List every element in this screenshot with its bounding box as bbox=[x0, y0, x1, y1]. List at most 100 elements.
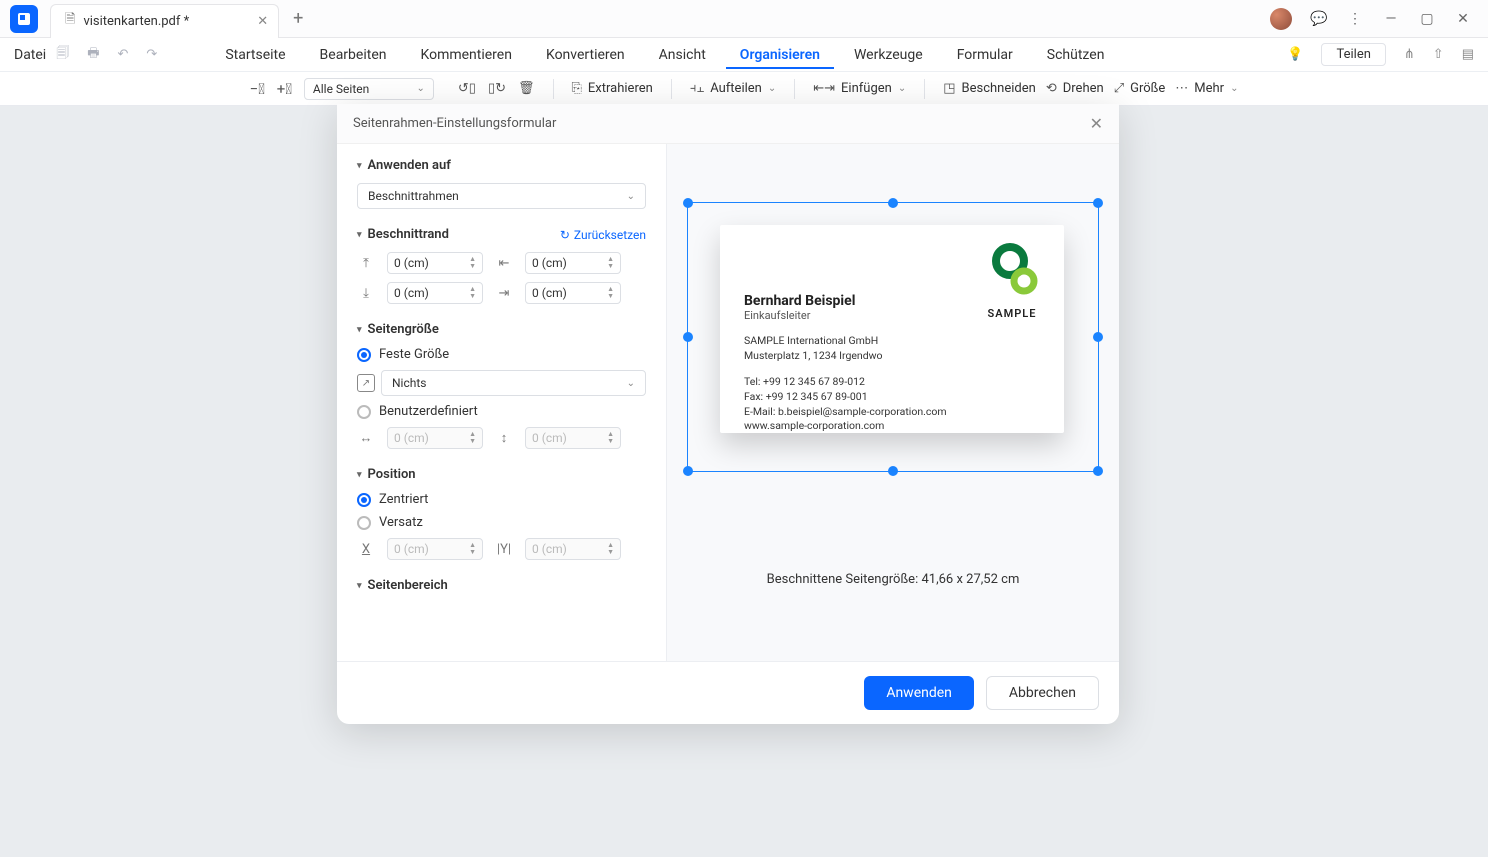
resize-handle[interactable] bbox=[1093, 332, 1103, 342]
share-nodes-icon[interactable]: ⋔ bbox=[1404, 47, 1415, 62]
centered-radio[interactable]: Zentriert bbox=[357, 492, 646, 507]
resize-handle[interactable] bbox=[1093, 198, 1103, 208]
card-web: www.sample-corporation.com bbox=[744, 419, 1040, 434]
menubar: Datei 🗐 🖶 ↶ ↷ Startseite Bearbeiten Komm… bbox=[0, 38, 1488, 72]
organize-toolbar: −⃝ +⃝ Alle Seiten ⌄ ↺▯ ▯↻ 🗑 ⎘Extrahieren… bbox=[0, 72, 1488, 106]
resize-handle[interactable] bbox=[683, 332, 693, 342]
zoom-out-icon[interactable]: −⃝ bbox=[250, 80, 265, 98]
margin-top-input[interactable]: 0 (cm)▲▼ bbox=[387, 252, 483, 274]
margin-bottom-input[interactable]: 0 (cm)▲▼ bbox=[387, 282, 483, 304]
margin-right-input[interactable]: 0 (cm)▲▼ bbox=[525, 282, 621, 304]
card-address: Musterplatz 1, 1234 Irgendwo bbox=[744, 349, 1040, 364]
zoom-in-icon[interactable]: +⃝ bbox=[277, 80, 292, 98]
business-card-preview: SAMPLE Bernhard Beispiel Einkaufsleiter … bbox=[720, 225, 1064, 433]
tab-kommentieren[interactable]: Kommentieren bbox=[406, 41, 525, 69]
margin-heading[interactable]: Beschnittrand ↻ Zurücksetzen bbox=[357, 227, 646, 242]
reset-button[interactable]: ↻ Zurücksetzen bbox=[560, 228, 646, 242]
save-icon[interactable]: 🗐 bbox=[56, 44, 69, 66]
rotate-right-button[interactable]: ▯↻ bbox=[488, 81, 506, 96]
resize-handle[interactable] bbox=[888, 466, 898, 476]
dialog-title: Seitenrahmen-Einstellungsformular bbox=[353, 116, 556, 131]
lightbulb-icon[interactable]: 💡 bbox=[1287, 47, 1303, 62]
resize-handle[interactable] bbox=[683, 466, 693, 476]
tab-organisieren[interactable]: Organisieren bbox=[726, 41, 834, 69]
file-menu[interactable]: Datei bbox=[14, 47, 46, 63]
size-button[interactable]: ⤢Größe bbox=[1114, 81, 1166, 96]
height-icon: ↕ bbox=[495, 430, 513, 446]
offset-radio[interactable]: Versatz bbox=[357, 515, 646, 530]
tab-bearbeiten[interactable]: Bearbeiten bbox=[306, 41, 401, 69]
page-selector-value: Alle Seiten bbox=[313, 82, 369, 96]
fixed-size-dropdown[interactable]: Nichts ⌄ bbox=[381, 370, 646, 396]
width-icon: ↔ bbox=[357, 430, 375, 446]
tab-konvertieren[interactable]: Konvertieren bbox=[532, 41, 639, 69]
margin-top-icon: ⤒ bbox=[357, 256, 375, 271]
preview-panel: SAMPLE Bernhard Beispiel Einkaufsleiter … bbox=[667, 144, 1119, 661]
crop-settings-dialog: Seitenrahmen-Einstellungsformular ✕ Anwe… bbox=[337, 104, 1119, 724]
cropped-size-info: Beschnittene Seitengröße: 41,66 x 27,52 … bbox=[767, 572, 1020, 587]
card-tel: Tel: +99 12 345 67 89-012 bbox=[744, 375, 1040, 390]
resize-handle[interactable] bbox=[888, 198, 898, 208]
card-email: E-Mail: b.beispiel@sample-corporation.co… bbox=[744, 405, 1040, 420]
rotate-left-button[interactable]: ↺▯ bbox=[458, 81, 476, 96]
more-button[interactable]: ⋯Mehr⌄ bbox=[1175, 81, 1238, 96]
custom-height-input: 0 (cm)▲▼ bbox=[525, 427, 621, 449]
share-button[interactable]: Teilen bbox=[1321, 43, 1385, 66]
resize-handle[interactable] bbox=[683, 198, 693, 208]
tab-formular[interactable]: Formular bbox=[943, 41, 1027, 69]
notification-icon[interactable]: 💬 bbox=[1310, 11, 1328, 27]
titlebar: 🗎 visitenkarten.pdf * ✕ + 💬 ⋮ — ▢ ✕ bbox=[0, 0, 1488, 38]
apply-to-dropdown[interactable]: Beschnittrahmen ⌄ bbox=[357, 183, 646, 209]
delete-page-button[interactable]: 🗑 bbox=[518, 81, 535, 96]
rotate-button[interactable]: ⟲Drehen bbox=[1046, 81, 1104, 96]
margin-bottom-icon: ⤓ bbox=[357, 286, 375, 301]
page-selector-dropdown[interactable]: Alle Seiten ⌄ bbox=[304, 78, 434, 100]
card-logo: SAMPLE bbox=[980, 243, 1044, 320]
chevron-down-icon: ⌄ bbox=[627, 191, 635, 202]
dialog-header: Seitenrahmen-Einstellungsformular ✕ bbox=[337, 104, 1119, 144]
app-logo bbox=[10, 5, 38, 33]
split-button[interactable]: ⫞⫠Aufteilen⌄ bbox=[690, 81, 776, 96]
document-tab[interactable]: 🗎 visitenkarten.pdf * ✕ bbox=[50, 4, 279, 38]
apply-button[interactable]: Anwenden bbox=[864, 676, 974, 710]
resize-handle[interactable] bbox=[1093, 466, 1103, 476]
margin-left-icon: ⇤ bbox=[495, 256, 513, 271]
menu-dots-icon[interactable]: ⋮ bbox=[1346, 11, 1364, 27]
apply-to-heading[interactable]: Anwenden auf bbox=[357, 158, 646, 173]
dialog-close-icon[interactable]: ✕ bbox=[1090, 114, 1103, 133]
redo-icon[interactable]: ↷ bbox=[146, 47, 157, 62]
pagesize-heading[interactable]: Seitengröße bbox=[357, 322, 646, 337]
undo-icon[interactable]: ↶ bbox=[118, 47, 129, 62]
card-fax: Fax: +99 12 345 67 89-001 bbox=[744, 390, 1040, 405]
new-tab-button[interactable]: + bbox=[293, 8, 303, 29]
minimize-icon[interactable]: — bbox=[1382, 11, 1400, 27]
offset-y-input: 0 (cm)▲▼ bbox=[525, 538, 621, 560]
cloud-upload-icon[interactable]: ⇧ bbox=[1433, 47, 1444, 62]
pagerange-heading[interactable]: Seitenbereich bbox=[357, 578, 646, 593]
margin-left-input[interactable]: 0 (cm)▲▼ bbox=[525, 252, 621, 274]
cancel-button[interactable]: Abbrechen bbox=[986, 676, 1099, 710]
print-icon[interactable]: 🖶 bbox=[87, 44, 99, 66]
tab-werkzeuge[interactable]: Werkzeuge bbox=[840, 41, 937, 69]
x-label: X bbox=[357, 542, 375, 557]
tab-ansicht[interactable]: Ansicht bbox=[645, 41, 720, 69]
y-label: |Y| bbox=[495, 542, 513, 557]
crop-frame[interactable]: SAMPLE Bernhard Beispiel Einkaufsleiter … bbox=[687, 202, 1099, 472]
extract-button[interactable]: ⎘Extrahieren bbox=[572, 81, 653, 96]
crop-button[interactable]: ◳Beschneiden bbox=[943, 81, 1036, 96]
position-heading[interactable]: Position bbox=[357, 467, 646, 482]
maximize-icon[interactable]: ▢ bbox=[1418, 11, 1436, 27]
panel-icon[interactable]: ▤ bbox=[1462, 47, 1474, 62]
chevron-down-icon: ⌄ bbox=[417, 83, 425, 94]
tab-schuetzen[interactable]: Schützen bbox=[1033, 41, 1119, 69]
tab-title: visitenkarten.pdf * bbox=[83, 14, 189, 29]
tab-startseite[interactable]: Startseite bbox=[211, 41, 299, 69]
fixed-size-radio[interactable]: Feste Größe bbox=[357, 347, 646, 362]
user-avatar[interactable] bbox=[1270, 8, 1292, 30]
close-window-icon[interactable]: ✕ bbox=[1454, 11, 1472, 27]
custom-size-radio[interactable]: Benutzerdefiniert bbox=[357, 404, 646, 419]
workspace: Seitenrahmen-Einstellungsformular ✕ Anwe… bbox=[0, 106, 1488, 857]
insert-button[interactable]: ⇤⇥Einfügen⌄ bbox=[813, 81, 906, 96]
apply-to-value: Beschnittrahmen bbox=[368, 189, 459, 203]
close-tab-icon[interactable]: ✕ bbox=[257, 14, 268, 29]
